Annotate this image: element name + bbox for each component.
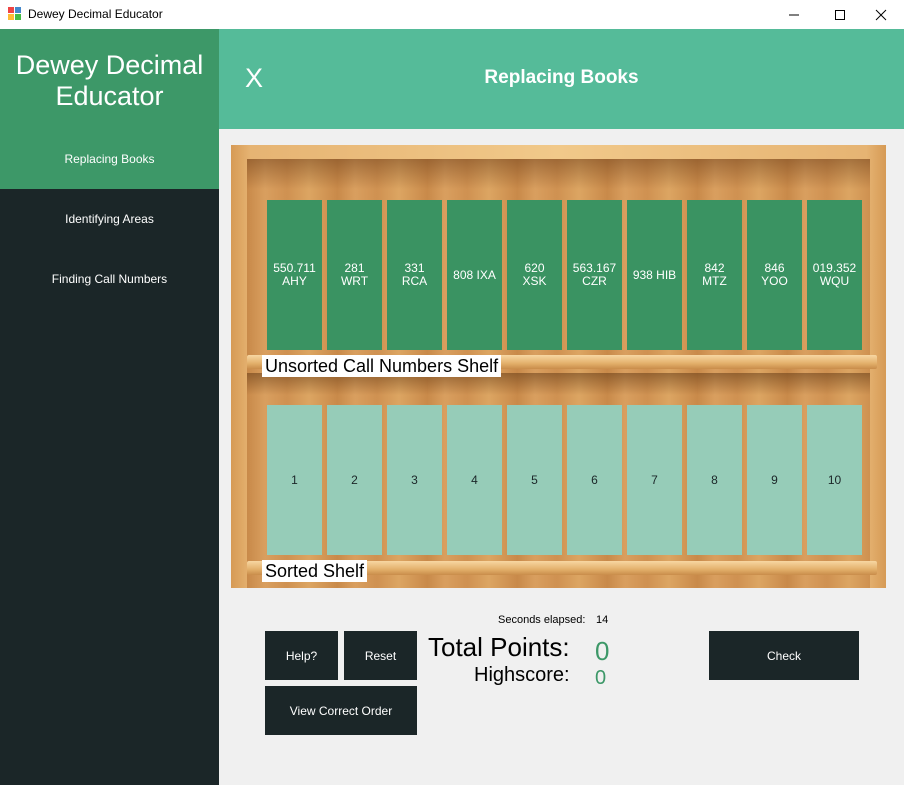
sorted-slot[interactable]: 5 xyxy=(507,405,562,555)
unsorted-book[interactable]: 019.352 WQU xyxy=(807,200,862,350)
seconds-elapsed-label: Seconds elapsed: xyxy=(498,614,586,626)
unsorted-book[interactable]: 938 HIB xyxy=(627,200,682,350)
sorted-slot[interactable]: 8 xyxy=(687,405,742,555)
sorted-slot[interactable]: 2 xyxy=(327,405,382,555)
unsorted-book[interactable]: 808 IXA xyxy=(447,200,502,350)
sorted-slot[interactable]: 6 xyxy=(567,405,622,555)
reset-button[interactable]: Reset xyxy=(344,631,417,680)
sorted-slot[interactable]: 3 xyxy=(387,405,442,555)
close-icon xyxy=(875,9,887,20)
minimize-button[interactable] xyxy=(771,0,817,29)
sidebar-item-identifying-areas[interactable]: Identifying Areas xyxy=(0,189,219,249)
help-button[interactable]: Help? xyxy=(265,631,338,680)
app-brand: Dewey Decimal Educator xyxy=(0,29,219,129)
unsorted-book[interactable]: 620 XSK xyxy=(507,200,562,350)
window-title: Dewey Decimal Educator xyxy=(28,7,163,21)
maximize-icon xyxy=(835,9,845,20)
sorted-slot[interactable]: 7 xyxy=(627,405,682,555)
sorted-slot[interactable]: 9 xyxy=(747,405,802,555)
window-titlebar: Dewey Decimal Educator xyxy=(0,0,904,29)
total-points-label: Total Points: xyxy=(428,632,570,662)
app-icon xyxy=(8,7,21,20)
unsorted-book[interactable]: 281 WRT xyxy=(327,200,382,350)
minimize-icon xyxy=(789,14,799,15)
sorted-shelf-label: Sorted Shelf xyxy=(262,560,368,582)
close-window-button[interactable] xyxy=(858,0,904,29)
maximize-button[interactable] xyxy=(817,0,863,29)
sidebar: Dewey Decimal Educator Replacing Books I… xyxy=(0,29,219,785)
total-points-value: 0 xyxy=(595,636,610,666)
page-title: Replacing Books xyxy=(484,67,639,88)
highscore-value: 0 xyxy=(595,667,607,689)
sorted-slot[interactable]: 4 xyxy=(447,405,502,555)
unsorted-book[interactable]: 331 RCA xyxy=(387,200,442,350)
unsorted-book[interactable]: 550.711 AHY xyxy=(267,200,322,350)
sorted-slot[interactable]: 10 xyxy=(807,405,862,555)
unsorted-book[interactable]: 846 YOO xyxy=(747,200,802,350)
check-button[interactable]: Check xyxy=(709,631,859,680)
sidebar-item-finding-call-numbers[interactable]: Finding Call Numbers xyxy=(0,249,219,309)
highscore-label: Highscore: xyxy=(474,664,570,686)
page-header: X Replacing Books xyxy=(219,29,904,129)
unsorted-book[interactable]: 842 MTZ xyxy=(687,200,742,350)
sidebar-item-replacing-books[interactable]: Replacing Books xyxy=(0,129,219,189)
unsorted-shelf-label: Unsorted Call Numbers Shelf xyxy=(262,355,502,377)
unsorted-book[interactable]: 563.167 CZR xyxy=(567,200,622,350)
seconds-elapsed-value: 14 xyxy=(596,614,609,626)
sorted-slot[interactable]: 1 xyxy=(267,405,322,555)
view-correct-order-button[interactable]: View Correct Order xyxy=(265,686,417,735)
